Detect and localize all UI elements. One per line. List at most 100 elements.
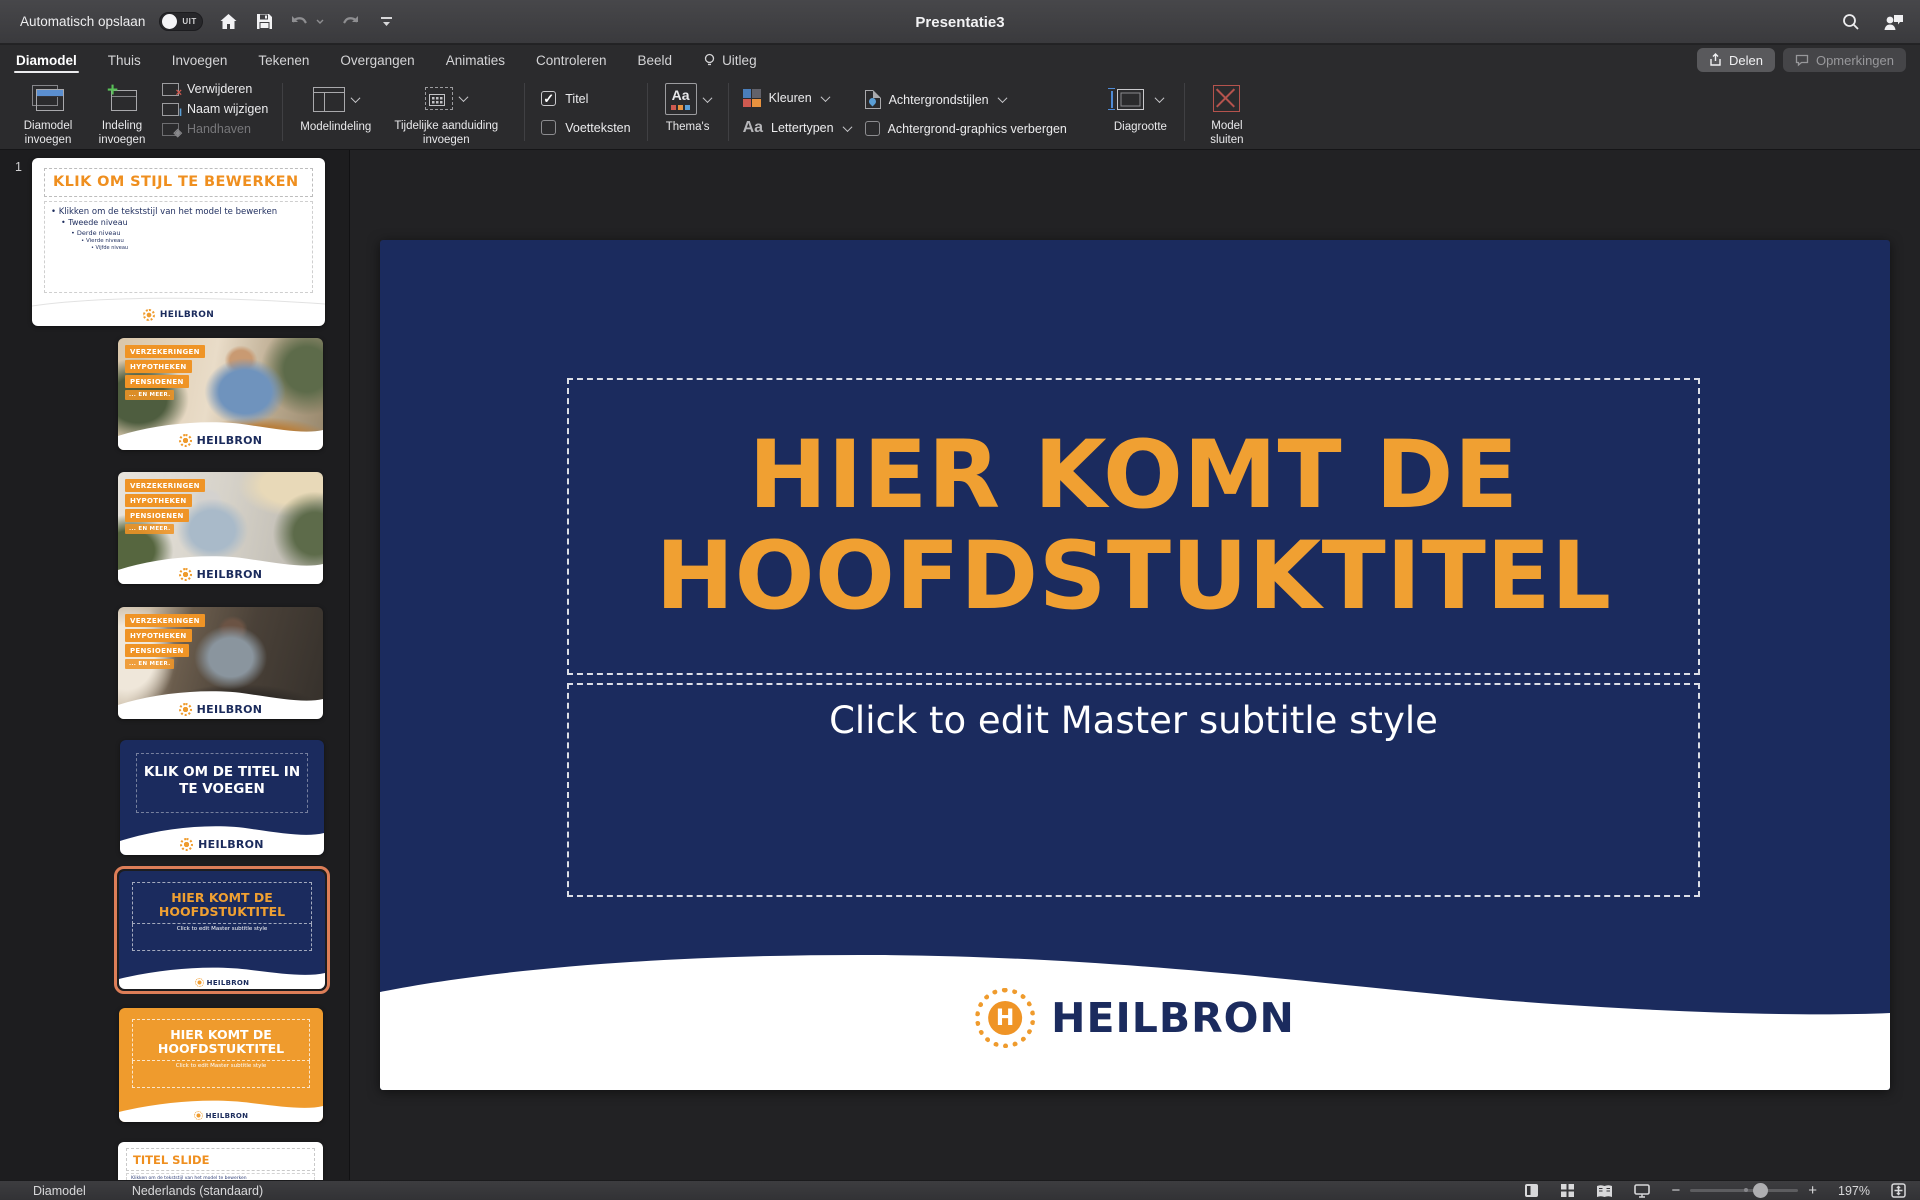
- reading-view-icon[interactable]: [1596, 1184, 1613, 1198]
- thumbnail-chapter-navy-selected[interactable]: HIER KOMT DE HOOFDSTUKTITEL Click to edi…: [114, 866, 330, 994]
- master-layout-icon: [313, 87, 345, 112]
- colors-icon: [743, 89, 761, 107]
- undo-icon[interactable]: [289, 11, 311, 33]
- master-layout-button[interactable]: Modelindeling: [293, 77, 378, 149]
- slide-canvas: HIER KOMT DE HOOFDSTUKTITEL Click to edi…: [351, 150, 1920, 1180]
- thumb-title-placeholder: KLIK OM STIJL TE BEWERKEN: [44, 168, 313, 197]
- chevron-down-icon: [459, 92, 469, 102]
- redo-icon[interactable]: [339, 11, 361, 33]
- statusbar-view-label[interactable]: Diamodel: [33, 1184, 86, 1198]
- subtitle-placeholder[interactable]: Click to edit Master subtitle style: [567, 683, 1700, 897]
- share-icon: [1709, 53, 1722, 67]
- zoom-in-button[interactable]: +: [1808, 1183, 1817, 1198]
- tab-beeld[interactable]: Beeld: [636, 45, 675, 75]
- thumb-body-placeholder: • Klikken om de tekststijl van het model…: [44, 201, 313, 293]
- insert-layout-icon: +: [107, 85, 137, 111]
- ribbon-separator: [1184, 83, 1185, 141]
- comment-icon: [1795, 54, 1809, 67]
- save-icon[interactable]: [253, 11, 275, 33]
- heilbron-logo-icon: [195, 978, 204, 987]
- themes-icon: Aa: [665, 83, 697, 115]
- preserve-button[interactable]: ◈ Handhaven: [162, 122, 268, 136]
- background-styles-button[interactable]: Achtergrondstijlen: [865, 90, 1067, 109]
- thumbnail-chapter-orange[interactable]: HIER KOMT DE HOOFDSTUKTITEL Click to edi…: [119, 1008, 323, 1122]
- thumb-title-placeholder: KLIK OM DE TITEL IN TE VOEGEN: [136, 753, 308, 813]
- slide-title-text: HIER KOMT DE HOOFDSTUKTITEL: [569, 426, 1698, 627]
- insert-placeholder-button[interactable]: Tijdelijke aanduiding invoegen: [378, 77, 514, 149]
- colors-button[interactable]: Kleuren: [743, 89, 851, 107]
- heilbron-logo-text: HEILBRON: [206, 1112, 249, 1120]
- zoom-level[interactable]: 197%: [1838, 1184, 1870, 1198]
- hide-background-graphics-checkbox[interactable]: Achtergrond-graphics verbergen: [865, 121, 1067, 136]
- fit-window-icon[interactable]: [1891, 1183, 1906, 1198]
- rename-button[interactable]: I Naam wijzigen: [162, 102, 268, 116]
- heilbron-logo-icon: H: [975, 988, 1035, 1048]
- lightbulb-icon: [703, 53, 716, 68]
- zoom-out-button[interactable]: −: [1671, 1183, 1680, 1198]
- close-master-icon: [1213, 85, 1240, 112]
- ribbon: Diamodel Thuis Invoegen Tekenen Overgang…: [0, 45, 1920, 150]
- thumbnail-photo-layout-2[interactable]: VERZEKERINGEN HYPOTHEKEN PENSIOENEN ... …: [118, 472, 323, 584]
- tab-controleren[interactable]: Controleren: [534, 45, 609, 75]
- thumb-body-placeholder: Klikken om de tekststijl van het model t…: [126, 1173, 315, 1180]
- slide-master-editor[interactable]: HIER KOMT DE HOOFDSTUKTITEL Click to edi…: [380, 240, 1890, 1090]
- people-icon[interactable]: [1882, 11, 1904, 33]
- undo-menu-chevron-icon[interactable]: [315, 11, 325, 33]
- fonts-button[interactable]: Aa Lettertypen: [743, 119, 851, 137]
- title-checkbox[interactable]: ✓ Titel: [541, 91, 630, 106]
- wave-outline: [32, 294, 325, 308]
- thumbnail-photo-layout-3[interactable]: VERZEKERINGEN HYPOTHEKEN PENSIOENEN ... …: [118, 607, 323, 719]
- zoom-slider[interactable]: [1690, 1189, 1798, 1192]
- thumbnail-title-slide[interactable]: TITEL SLIDE Klikken om de tekststijl van…: [118, 1142, 323, 1180]
- insert-layout-button[interactable]: + Indeling invoegen: [86, 77, 158, 149]
- normal-view-icon[interactable]: [1524, 1183, 1539, 1198]
- title-placeholder[interactable]: HIER KOMT DE HOOFDSTUKTITEL: [567, 378, 1700, 675]
- autosave-toggle[interactable]: UIT: [159, 12, 203, 31]
- tab-tekenen[interactable]: Tekenen: [256, 45, 311, 75]
- thumbnail-title-layout[interactable]: KLIK OM DE TITEL IN TE VOEGEN HEILBRON: [120, 740, 324, 855]
- home-icon[interactable]: [217, 11, 239, 33]
- footers-checkbox[interactable]: Voetteksten: [541, 120, 630, 135]
- tab-uitleg[interactable]: Uitleg: [701, 45, 759, 75]
- document-title: Presentatie3: [915, 0, 1004, 44]
- heilbron-logo-icon: [143, 309, 155, 321]
- tab-animaties[interactable]: Animaties: [444, 45, 507, 75]
- statusbar-language[interactable]: Nederlands (standaard): [132, 1184, 263, 1198]
- slide-size-button[interactable]: Diagrootte: [1107, 77, 1174, 149]
- customize-toolbar-icon[interactable]: [375, 11, 397, 33]
- tab-diamodel[interactable]: Diamodel: [14, 45, 79, 75]
- zoom-detent: [1744, 1188, 1748, 1192]
- ribbon-groups: Diamodel invoegen + Indeling invoegen × …: [0, 75, 1920, 149]
- tab-invoegen[interactable]: Invoegen: [170, 45, 230, 75]
- delete-button[interactable]: × Verwijderen: [162, 82, 268, 96]
- thumbnail-photo-layout-1[interactable]: VERZEKERINGEN HYPOTHEKEN PENSIOENEN ... …: [118, 338, 323, 450]
- slideshow-icon[interactable]: [1634, 1184, 1650, 1198]
- share-button[interactable]: Delen: [1697, 48, 1775, 72]
- close-master-button[interactable]: Model sluiten: [1195, 77, 1259, 149]
- slide-subtitle-text: Click to edit Master subtitle style: [569, 699, 1698, 742]
- slide-sorter-icon[interactable]: [1560, 1183, 1575, 1198]
- ribbon-separator: [282, 83, 283, 141]
- background-styles-icon: [865, 90, 881, 109]
- tab-overgangen[interactable]: Overgangen: [338, 45, 416, 75]
- ribbon-separator: [728, 83, 729, 141]
- autosave-label: Automatisch opslaan: [20, 14, 145, 29]
- titlebar: Automatisch opslaan UIT Presentatie3: [0, 0, 1920, 44]
- slide-master-icon: [32, 85, 64, 111]
- ribbon-separator: [524, 83, 525, 141]
- themes-button[interactable]: Aa Thema's: [658, 77, 718, 149]
- heilbron-logo-icon: [180, 838, 193, 851]
- heilbron-logo-text: HEILBRON: [1051, 994, 1295, 1042]
- heilbron-logo-text: HEILBRON: [160, 310, 214, 320]
- thumbnail-slide-master[interactable]: KLIK OM STIJL TE BEWERKEN • Klikken om d…: [32, 158, 325, 326]
- zoom-slider-handle[interactable]: [1753, 1183, 1768, 1198]
- placeholder-icon: [425, 87, 453, 110]
- delete-slide-icon: ×: [162, 83, 179, 96]
- search-icon[interactable]: [1840, 11, 1862, 33]
- insert-slide-master-button[interactable]: Diamodel invoegen: [10, 77, 86, 149]
- tab-thuis[interactable]: Thuis: [106, 45, 143, 75]
- fonts-icon: Aa: [743, 119, 763, 137]
- chevron-down-icon: [820, 92, 830, 102]
- chevron-down-icon: [842, 122, 852, 132]
- comments-button[interactable]: Opmerkingen: [1783, 48, 1906, 72]
